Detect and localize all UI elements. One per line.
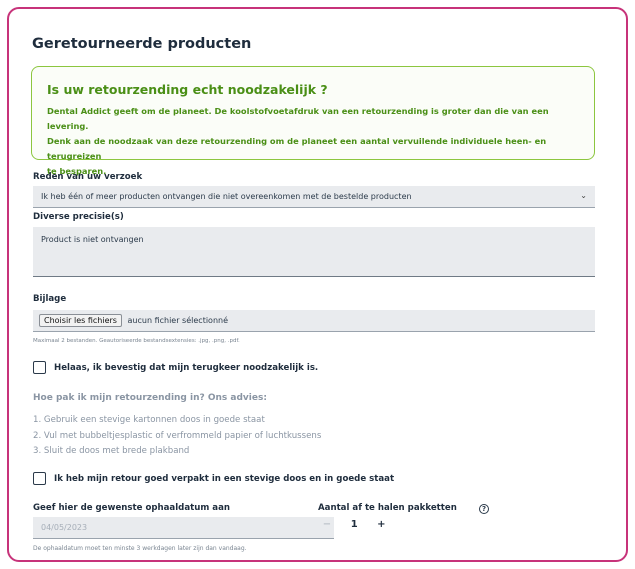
confirm-needed-label: Helaas, ik bevestig dat mijn terugkeer n… [54,363,319,373]
advice-title: Hoe pak ik mijn retourzending in? Ons ad… [33,393,267,403]
alert-line: Dental Addict geeft om de planeet. De ko… [47,106,549,131]
page-title: Geretourneerde producten [32,36,252,52]
pickup-date-label: Geef hier de gewenste ophaaldatum aan [33,503,231,513]
precision-textarea[interactable]: Product is niet ontvangen [33,227,595,277]
decrement-button[interactable]: − [318,519,336,530]
advice-step: 2. Vul met bubbeltjesplastic of verfromm… [33,430,322,441]
precision-label: Diverse precisie(s) [33,212,124,222]
packages-label: Aantal af te halen pakketten [318,503,457,513]
quantity-stepper: − 1 + [318,519,390,530]
confirm-needed-checkbox[interactable] [33,361,46,374]
reason-selected-value: Ik heb één of meer producten ontvangen d… [41,192,412,201]
pickup-date-input[interactable]: 04/05/2023 [33,517,334,539]
file-status: aucun fichier sélectionné [127,316,229,325]
pickup-date-hint: De ophaaldatum moet ten minste 3 werkdag… [33,545,247,552]
confirm-packed-checkbox[interactable] [33,472,46,485]
reason-select[interactable]: Ik heb één of meer producten ontvangen d… [33,186,595,208]
reason-label: Reden van uw verzoek [33,172,143,182]
alert-text: Dental Addict geeft om de planeet. De ko… [47,104,587,179]
attachment-label: Bijlage [33,294,67,304]
alert-line: Denk aan de noodzaak van deze retourzend… [47,136,547,161]
alert-title: Is uw retourzending echt noodzakelijk ? [47,82,328,97]
advice-step: 3. Sluit de doos met brede plakband [33,446,190,456]
file-input[interactable]: Choisir les fichiers aucun fichier sélec… [33,310,595,332]
increment-button[interactable]: + [372,519,390,530]
attachment-hint: Maximaal 2 bestanden. Geautoriseerde bes… [33,338,240,344]
chevron-down-icon: ⌄ [580,191,587,200]
choose-files-button[interactable]: Choisir les fichiers [39,314,122,327]
eco-alert: Is uw retourzending echt noodzakelijk ? … [31,66,595,176]
quantity-value[interactable]: 1 [339,519,369,530]
confirm-packed-label: Ik heb mijn retour goed verpakt in een s… [54,474,395,484]
advice-steps: 1. Gebruik een stevige kartonnen doos in… [33,413,321,460]
advice-step: 1. Gebruik een stevige kartonnen doos in… [33,415,265,425]
help-icon[interactable]: ? [479,504,489,514]
